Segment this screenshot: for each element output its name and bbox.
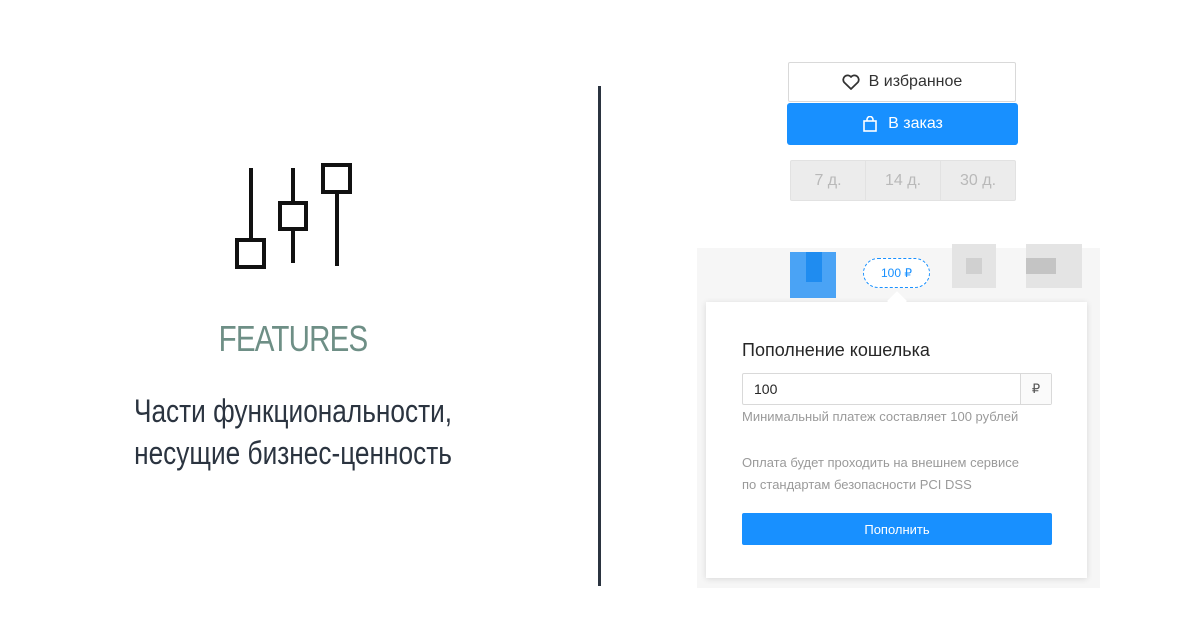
vertical-divider <box>598 86 601 586</box>
add-to-favorites-button[interactable]: В избранное <box>788 62 1016 102</box>
period-option-30d[interactable]: 30 д. <box>940 161 1015 200</box>
amount-field: ₽ <box>742 373 1052 405</box>
pci-note-line: по стандартам безопасности PCI DSS <box>742 477 972 492</box>
sliders-icon <box>235 163 352 269</box>
features-description: Части функциональности, несущие бизнес-ц… <box>102 390 484 474</box>
period-option-7d[interactable]: 7 д. <box>791 161 865 200</box>
currency-addon: ₽ <box>1020 374 1051 404</box>
amount-input[interactable] <box>743 374 1020 404</box>
wallet-title: Пополнение кошелька <box>742 340 930 360</box>
features-panel: FEATURES Части функциональности, несущие… <box>0 0 600 630</box>
favorite-label: В избранное <box>868 73 963 90</box>
heart-icon <box>842 74 860 90</box>
description-line: Части функциональности, <box>133 393 453 429</box>
rental-period-selector: 7 д. 14 д. 30 д. <box>790 160 1016 201</box>
blurred-element <box>1026 258 1056 274</box>
order-label: В заказ <box>888 115 943 132</box>
shopping-bag-icon <box>863 116 877 132</box>
topup-button[interactable]: Пополнить <box>742 513 1052 545</box>
add-to-order-button[interactable]: В заказ <box>787 103 1018 145</box>
blurred-avatar <box>806 252 822 282</box>
min-payment-hint: Минимальный платеж составляет 100 рублей <box>742 409 1019 424</box>
features-title: FEATURES <box>218 318 369 359</box>
description-line: несущие бизнес-ценность <box>134 435 452 471</box>
period-option-14d[interactable]: 14 д. <box>865 161 940 200</box>
blurred-element <box>966 258 982 274</box>
pci-note: Оплата будет проходить на внешнем сервис… <box>742 452 1062 496</box>
price-chip[interactable]: 100 ₽ <box>863 258 930 288</box>
pci-note-line: Оплата будет проходить на внешнем сервис… <box>742 455 1019 470</box>
